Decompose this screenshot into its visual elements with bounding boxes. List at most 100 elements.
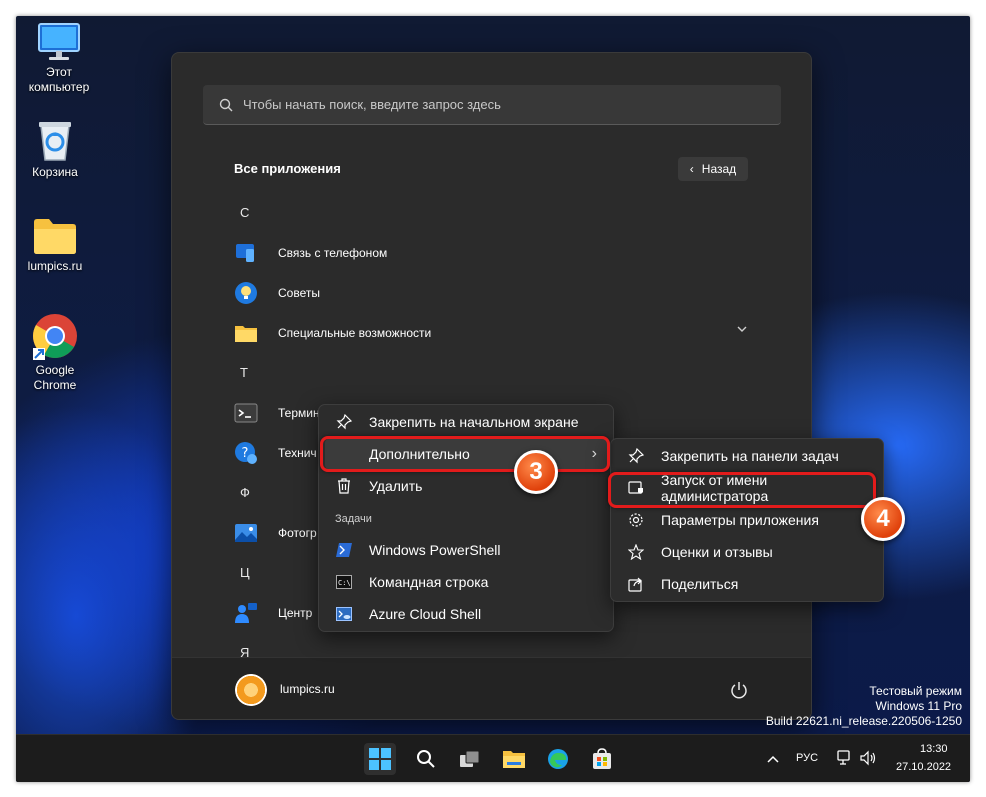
menu-item-label: Закрепить на начальном экране xyxy=(369,414,579,430)
app-name: Фотогр xyxy=(278,526,317,540)
section-letter[interactable]: С xyxy=(240,205,249,220)
desktop-icon-label: Этот xyxy=(46,65,72,79)
desktop-icon-recycle-bin[interactable]: Корзина xyxy=(16,118,94,180)
chevron-up-icon[interactable] xyxy=(766,754,780,764)
app-item-phone-link[interactable]: Связь с телефоном xyxy=(234,237,754,269)
recycle-bin-icon xyxy=(39,122,71,161)
menu-item-label: Удалить xyxy=(369,478,423,494)
menu-item-label: Оценки и отзывы xyxy=(661,544,773,560)
highlight-run-as-admin xyxy=(608,472,876,508)
store-button[interactable] xyxy=(586,743,618,775)
menu-item-label: Windows PowerShell xyxy=(369,542,501,558)
desktop-icon-folder[interactable]: lumpics.ru xyxy=(16,216,94,274)
start-button[interactable] xyxy=(364,743,396,775)
cmd-icon: C:\ xyxy=(333,571,355,593)
desktop-icon-label: Корзина xyxy=(32,165,78,179)
trash-icon xyxy=(333,475,355,497)
menu-item-label: Поделиться xyxy=(661,576,739,592)
task-view-button[interactable] xyxy=(454,743,486,775)
task-view-icon xyxy=(460,750,480,767)
rate-review-item[interactable]: Оценки и отзывы xyxy=(617,537,877,567)
menu-item-label: Командная строка xyxy=(369,574,489,590)
store-icon xyxy=(593,748,611,769)
desktop-icon-label: lumpics.ru xyxy=(27,259,83,273)
back-button[interactable]: ‹ Назад xyxy=(678,157,748,181)
tasks-header: Задачи xyxy=(335,513,372,525)
desktop-icon-label: компьютер xyxy=(28,80,90,94)
terminal-icon xyxy=(234,403,258,423)
search-input[interactable]: Чтобы начать поиск, введите запрос здесь xyxy=(203,85,781,125)
chrome-icon xyxy=(33,314,77,360)
app-name: Специальные возможности xyxy=(278,326,432,340)
menu-item-label: Azure Cloud Shell xyxy=(369,606,482,622)
desktop-icon-chrome[interactable]: Google Chrome xyxy=(16,312,94,393)
network-icon[interactable] xyxy=(836,749,854,767)
monitor-icon xyxy=(38,23,80,60)
search-icon xyxy=(219,98,233,111)
step-badge-4: 4 xyxy=(861,497,905,541)
cloud-shell-icon xyxy=(333,603,355,625)
task-powershell[interactable]: Windows PowerShell xyxy=(325,535,607,565)
section-letter[interactable]: Ц xyxy=(240,565,250,580)
app-settings-item[interactable]: Параметры приложения xyxy=(617,505,877,535)
pin-to-start-item[interactable]: Закрепить на начальном экране xyxy=(325,407,607,437)
app-name: Связь с телефоном xyxy=(278,246,388,260)
volume-icon[interactable] xyxy=(859,749,877,767)
gear-icon xyxy=(625,509,647,531)
clock-time[interactable]: 13:30 xyxy=(920,743,948,755)
edge-button[interactable] xyxy=(542,743,574,775)
lightbulb-icon xyxy=(235,282,257,304)
power-icon[interactable] xyxy=(729,680,749,700)
section-letter[interactable]: Т xyxy=(240,365,248,380)
test-mode-watermark: Тестовый режим Windows 11 Pro Build 2262… xyxy=(766,684,962,729)
taskbar: РУС 13:30 27.10.2022 xyxy=(16,734,970,782)
menu-item-label: Закрепить на панели задач xyxy=(661,448,839,464)
edge-icon xyxy=(548,749,568,769)
pin-icon xyxy=(333,411,355,433)
highlight-more-item xyxy=(320,436,610,472)
search-placeholder: Чтобы начать поиск, введите запрос здесь xyxy=(243,97,501,112)
menu-item-label: Параметры приложения xyxy=(661,512,819,528)
app-name: Технич xyxy=(278,446,317,460)
pin-icon xyxy=(625,445,647,467)
folder-icon xyxy=(34,219,76,254)
app-name: Советы xyxy=(278,286,320,300)
back-button-label: Назад xyxy=(701,162,737,176)
pin-to-taskbar-item[interactable]: Закрепить на панели задач xyxy=(617,441,877,471)
photos-icon xyxy=(235,524,257,542)
desktop-icon-label: Chrome xyxy=(33,378,77,392)
star-icon xyxy=(625,541,647,563)
uninstall-item[interactable]: Удалить xyxy=(325,471,607,501)
windows-logo-icon xyxy=(369,748,391,770)
app-item-tips[interactable]: Советы xyxy=(234,277,754,309)
desktop-icon-label: Google xyxy=(35,363,75,377)
folder-icon xyxy=(235,326,257,342)
powershell-icon xyxy=(333,539,355,561)
chevron-left-icon: ‹ xyxy=(689,162,694,176)
share-icon xyxy=(625,573,647,595)
app-name: Центр xyxy=(278,606,313,620)
phone-link-icon xyxy=(236,244,254,262)
user-name[interactable]: lumpics.ru xyxy=(280,682,335,696)
desktop-icon-this-pc[interactable]: Этот компьютер xyxy=(20,22,98,95)
taskbar-search-button[interactable] xyxy=(410,743,442,775)
task-azure-cloud-shell[interactable]: Azure Cloud Shell xyxy=(325,599,607,629)
avatar[interactable] xyxy=(235,674,267,706)
help-icon: ? xyxy=(235,442,257,464)
app-item-accessibility-folder[interactable]: Специальные возможности xyxy=(234,317,754,349)
chevron-down-icon[interactable] xyxy=(736,325,748,333)
more-submenu: Закрепить на панели задач Запуск от имен… xyxy=(610,438,884,602)
section-letter[interactable]: Ф xyxy=(240,485,250,500)
language-indicator[interactable]: РУС xyxy=(796,752,818,764)
file-explorer-icon xyxy=(503,751,525,768)
step-badge-3: 3 xyxy=(514,450,558,494)
file-explorer-button[interactable] xyxy=(498,743,530,775)
task-command-prompt[interactable]: C:\ Командная строка xyxy=(325,567,607,597)
watermark-line: Windows 11 Pro xyxy=(875,699,962,713)
clock-date[interactable]: 27.10.2022 xyxy=(896,761,951,773)
watermark-line: Тестовый режим xyxy=(869,684,962,698)
share-item[interactable]: Поделиться xyxy=(617,569,877,599)
user-bar: lumpics.ru xyxy=(172,657,811,719)
all-apps-title: Все приложения xyxy=(234,161,341,176)
search-icon xyxy=(417,750,435,768)
